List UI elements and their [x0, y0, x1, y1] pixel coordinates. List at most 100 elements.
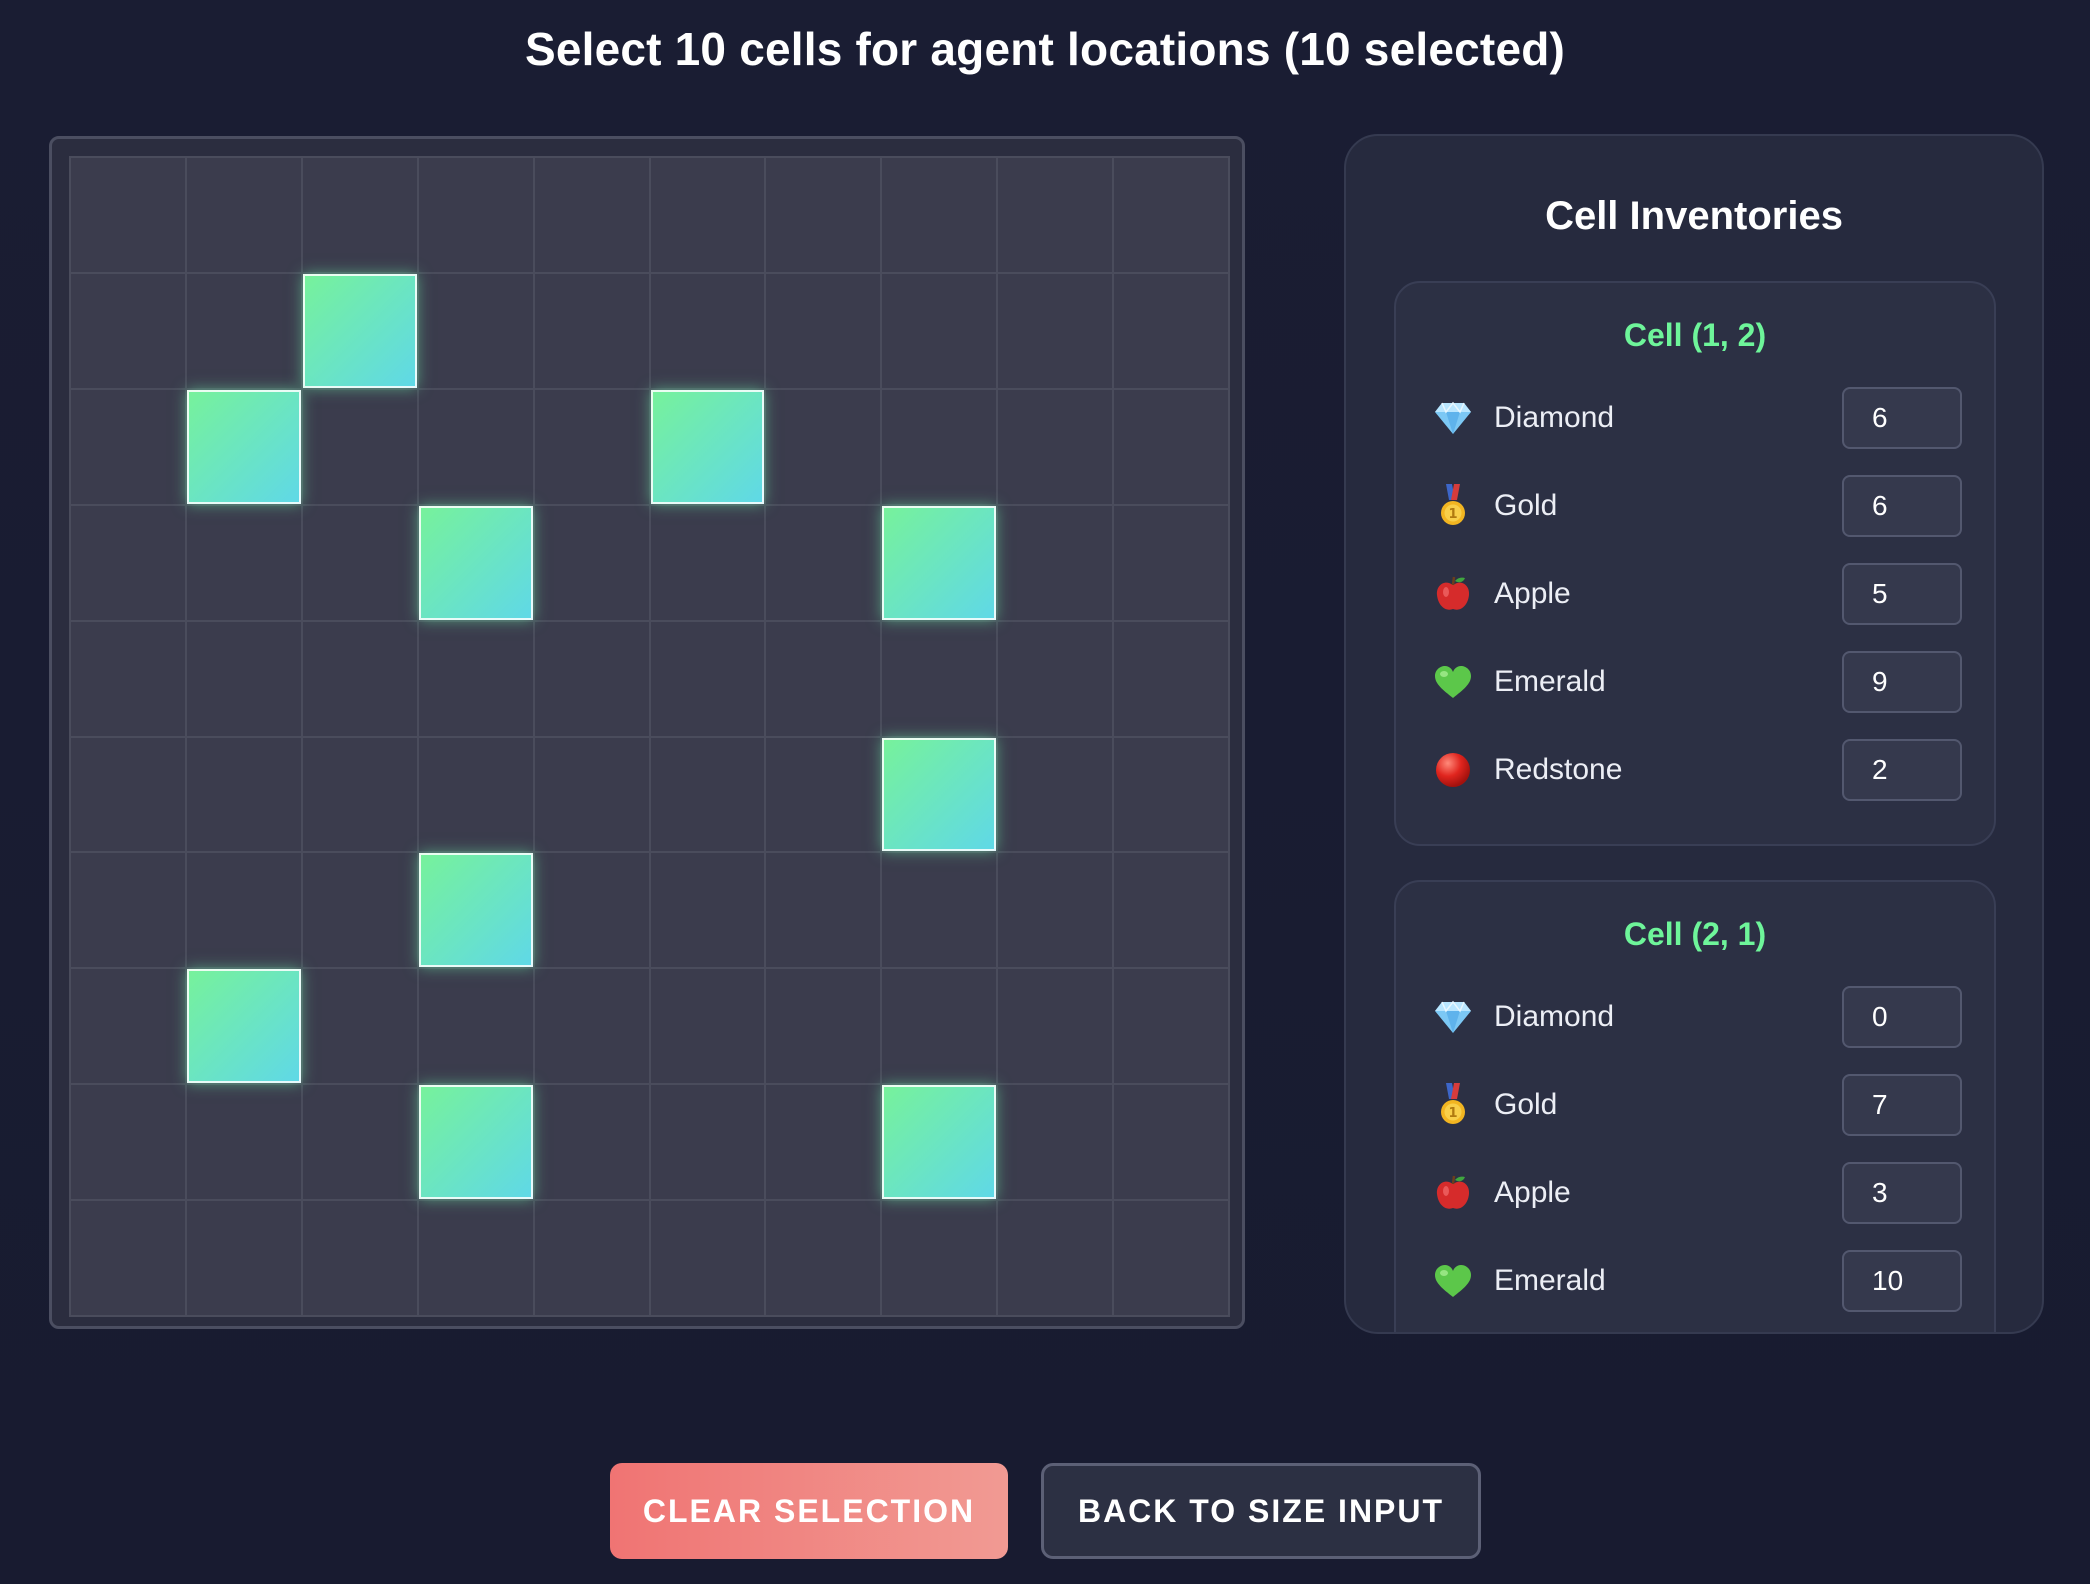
grid-cell[interactable]	[766, 737, 881, 852]
grid-cell[interactable]	[650, 621, 765, 736]
grid-cell[interactable]	[302, 853, 417, 968]
grid-cell[interactable]	[766, 1085, 881, 1200]
grid-cell[interactable]	[71, 273, 185, 388]
grid-cell-selected[interactable]	[302, 273, 417, 388]
grid-cell[interactable]	[418, 158, 533, 272]
grid-cell[interactable]	[998, 389, 1113, 504]
grid-cell[interactable]	[534, 389, 649, 504]
grid-cell[interactable]	[302, 1085, 417, 1200]
grid-cell[interactable]	[71, 389, 185, 504]
inventory-quantity-input[interactable]	[1842, 1162, 1962, 1224]
grid-cell[interactable]	[418, 621, 533, 736]
inventory-quantity-input[interactable]	[1842, 739, 1962, 801]
grid-cell[interactable]	[534, 1085, 649, 1200]
grid-cell-selected[interactable]	[882, 505, 997, 620]
grid-cell[interactable]	[650, 969, 765, 1084]
grid-cell[interactable]	[302, 969, 417, 1084]
grid-cell[interactable]	[302, 158, 417, 272]
grid-cell[interactable]	[766, 621, 881, 736]
grid-cell[interactable]	[1114, 1085, 1228, 1200]
grid-cell[interactable]	[882, 158, 997, 272]
grid-cell[interactable]	[71, 621, 185, 736]
grid-cell[interactable]	[766, 505, 881, 620]
grid-cell[interactable]	[534, 621, 649, 736]
grid-cell[interactable]	[650, 158, 765, 272]
grid-cell[interactable]	[534, 1201, 649, 1315]
grid-cell[interactable]	[71, 853, 185, 968]
grid-cell[interactable]	[534, 969, 649, 1084]
grid-cell[interactable]	[650, 273, 765, 388]
grid-cell[interactable]	[998, 273, 1113, 388]
grid-cell[interactable]	[998, 969, 1113, 1084]
grid-cell[interactable]	[650, 737, 765, 852]
grid-cell[interactable]	[1114, 621, 1228, 736]
grid-cell[interactable]	[882, 273, 997, 388]
grid-cell[interactable]	[998, 158, 1113, 272]
grid-cell[interactable]	[882, 969, 997, 1084]
grid-cell-selected[interactable]	[882, 737, 997, 852]
grid-cell[interactable]	[882, 1201, 997, 1315]
grid-cell[interactable]	[1114, 969, 1228, 1084]
inventory-scroll-area[interactable]: Cell (1, 2) Diamond 1 Gold Apple Emerald Redst…	[1394, 281, 1996, 1332]
grid-cell[interactable]	[186, 505, 301, 620]
inventory-quantity-input[interactable]	[1842, 563, 1962, 625]
grid-cell[interactable]	[998, 1201, 1113, 1315]
grid-cell-selected[interactable]	[186, 969, 301, 1084]
grid-cell[interactable]	[302, 737, 417, 852]
grid-cell[interactable]	[766, 273, 881, 388]
grid-cell[interactable]	[534, 273, 649, 388]
grid-cell[interactable]	[302, 1201, 417, 1315]
grid-cell[interactable]	[998, 1085, 1113, 1200]
grid-cell-selected[interactable]	[882, 1085, 997, 1200]
grid-cell[interactable]	[186, 621, 301, 736]
grid-cell-selected[interactable]	[650, 389, 765, 504]
grid-cell[interactable]	[71, 158, 185, 272]
grid-cell-selected[interactable]	[418, 853, 533, 968]
grid-cell[interactable]	[882, 621, 997, 736]
inventory-quantity-input[interactable]	[1842, 651, 1962, 713]
grid-cell[interactable]	[186, 853, 301, 968]
grid-cell[interactable]	[302, 621, 417, 736]
grid-cell-selected[interactable]	[418, 1085, 533, 1200]
grid-cell[interactable]	[186, 158, 301, 272]
grid-cell[interactable]	[71, 1085, 185, 1200]
grid-cell[interactable]	[302, 389, 417, 504]
grid-cell[interactable]	[534, 853, 649, 968]
back-to-size-input-button[interactable]: BACK TO SIZE INPUT	[1041, 1463, 1481, 1559]
grid-cell[interactable]	[998, 853, 1113, 968]
grid-cell[interactable]	[1114, 737, 1228, 852]
grid-cell[interactable]	[766, 853, 881, 968]
grid-cell[interactable]	[186, 737, 301, 852]
grid-cell[interactable]	[302, 505, 417, 620]
clear-selection-button[interactable]: CLEAR SELECTION	[610, 1463, 1008, 1559]
grid-cell[interactable]	[71, 505, 185, 620]
grid-cell[interactable]	[882, 389, 997, 504]
grid-cell[interactable]	[418, 737, 533, 852]
grid-cell[interactable]	[1114, 505, 1228, 620]
grid-cell[interactable]	[1114, 1201, 1228, 1315]
inventory-quantity-input[interactable]	[1842, 1074, 1962, 1136]
grid-cell[interactable]	[418, 273, 533, 388]
grid-cell[interactable]	[998, 621, 1113, 736]
grid-cell[interactable]	[186, 1201, 301, 1315]
inventory-quantity-input[interactable]	[1842, 986, 1962, 1048]
grid-cell[interactable]	[71, 969, 185, 1084]
inventory-quantity-input[interactable]	[1842, 387, 1962, 449]
grid-cell[interactable]	[71, 737, 185, 852]
grid-cell[interactable]	[650, 505, 765, 620]
inventory-quantity-input[interactable]	[1842, 1250, 1962, 1312]
grid-cell[interactable]	[534, 737, 649, 852]
grid-cell[interactable]	[186, 273, 301, 388]
grid-cell[interactable]	[882, 853, 997, 968]
grid-cell[interactable]	[1114, 158, 1228, 272]
grid-cell[interactable]	[418, 969, 533, 1084]
grid-cell[interactable]	[1114, 389, 1228, 504]
grid-cell[interactable]	[766, 969, 881, 1084]
grid-cell[interactable]	[998, 505, 1113, 620]
grid-cell-selected[interactable]	[186, 389, 301, 504]
grid-cell[interactable]	[650, 853, 765, 968]
grid-cell[interactable]	[71, 1201, 185, 1315]
grid-cell[interactable]	[534, 158, 649, 272]
grid-cell[interactable]	[186, 1085, 301, 1200]
grid-cell[interactable]	[1114, 273, 1228, 388]
